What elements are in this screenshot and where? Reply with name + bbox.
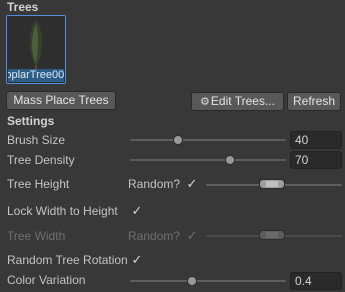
refresh-button[interactable]: Refresh xyxy=(287,92,341,111)
random-rotation-checkbox[interactable]: ✓ xyxy=(130,253,144,267)
tree-density-slider-track[interactable] xyxy=(130,159,286,161)
tree-width-random-label: Random? xyxy=(128,229,181,243)
lock-width-label: Lock Width to Height xyxy=(7,204,118,218)
mass-place-trees-button[interactable]: Mass Place Trees xyxy=(6,91,116,110)
brush-size-slider-knob[interactable] xyxy=(173,135,184,145)
color-variation-field[interactable]: 0.4 xyxy=(290,272,342,290)
tree-density-label: Tree Density xyxy=(7,153,75,167)
random-rotation-label: Random Tree Rotation xyxy=(7,253,128,267)
tree-width-range-handle xyxy=(259,230,285,240)
color-variation-slider-knob[interactable] xyxy=(187,276,198,286)
poplar-tree-icon xyxy=(29,20,44,73)
tree-height-label: Tree Height xyxy=(7,177,70,191)
tree-prototype-item[interactable]: PoplarTree00 xyxy=(6,15,66,84)
color-variation-slider-track[interactable] xyxy=(130,280,286,282)
edit-trees-label: Edit Trees... xyxy=(210,94,275,108)
tree-density-slider-knob[interactable] xyxy=(224,155,235,165)
tree-prototype-name: PoplarTree00 xyxy=(8,69,64,82)
brush-size-slider-track[interactable] xyxy=(130,139,286,141)
brush-size-label: Brush Size xyxy=(7,133,66,147)
tree-height-random-label: Random? xyxy=(128,177,181,191)
tree-density-field[interactable]: 70 xyxy=(290,151,342,169)
settings-header: Settings xyxy=(7,114,55,128)
trees-header: Trees xyxy=(7,0,39,14)
tree-width-label: Tree Width xyxy=(7,229,66,243)
tree-height-range-handle[interactable] xyxy=(259,179,285,189)
lock-width-checkbox[interactable]: ✓ xyxy=(130,204,144,218)
gear-icon: ⚙ xyxy=(200,96,210,108)
tree-width-random-checkbox: ✓ xyxy=(186,228,198,243)
tree-height-random-checkbox[interactable]: ✓ xyxy=(185,177,199,191)
color-variation-label: Color Variation xyxy=(7,273,86,287)
edit-trees-button[interactable]: ⚙Edit Trees... xyxy=(191,92,284,111)
brush-size-field[interactable]: 40 xyxy=(290,131,342,149)
